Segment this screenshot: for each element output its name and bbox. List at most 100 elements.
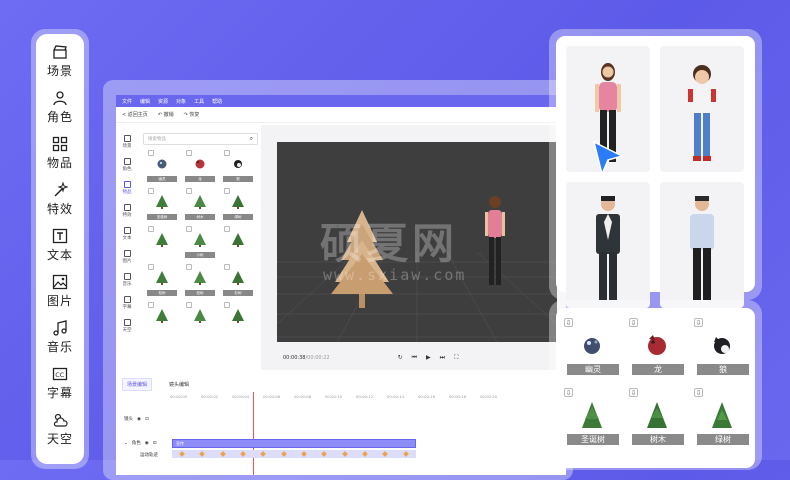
tab-scene-edit[interactable]: 场景编辑 (122, 377, 153, 391)
asset-item[interactable]: 绿树 (223, 187, 253, 220)
download-icon[interactable] (224, 264, 230, 270)
menu-tools[interactable]: 工具 (194, 98, 204, 105)
download-icon[interactable]: ⇩ (629, 388, 638, 397)
undo-button[interactable]: ↶ 撤销 (158, 111, 174, 118)
timeline-playhead[interactable] (253, 392, 254, 475)
download-icon[interactable]: ⇩ (564, 388, 573, 397)
skip-forward-icon[interactable]: ⏭ (440, 354, 445, 362)
editor-cat-text[interactable]: 文本 (116, 227, 138, 250)
asset-item[interactable] (185, 301, 215, 334)
editor-cat-character[interactable]: 角色 (116, 158, 138, 181)
character-card-man-shirt[interactable] (660, 182, 744, 308)
editor-cat-subtitles[interactable]: 字幕 (116, 296, 138, 319)
rail-item-objects[interactable]: 物品 (36, 132, 84, 178)
rail-item-subtitles[interactable]: CC 字幕 (36, 362, 84, 408)
download-icon[interactable] (148, 150, 154, 156)
download-icon[interactable]: ⇩ (629, 318, 638, 327)
search-icon[interactable]: ⌕ (250, 135, 253, 143)
object-item[interactable]: ⇩ 幽灵 (564, 318, 620, 378)
tab-camera-edit[interactable]: 镜头编辑 (164, 378, 194, 391)
asset-item[interactable]: 龙 (185, 149, 215, 182)
editor-cat-image[interactable]: 图片 (116, 250, 138, 273)
menu-file[interactable]: 文件 (122, 98, 132, 105)
download-icon[interactable]: ⇩ (694, 388, 703, 397)
asset-item[interactable] (223, 225, 253, 258)
download-icon[interactable] (186, 302, 192, 308)
rail-item-scene[interactable]: 场景 (36, 40, 84, 86)
menu-edit[interactable]: 编辑 (140, 98, 150, 105)
back-home-button[interactable]: < 返回主页 (122, 111, 148, 118)
lock-icon[interactable]: ⊡ (145, 417, 149, 422)
asset-item[interactable] (147, 301, 177, 334)
editor-cat-music[interactable]: 音乐 (116, 273, 138, 296)
download-icon[interactable] (186, 226, 192, 232)
rail-item-music[interactable]: 音乐 (36, 316, 84, 362)
keyframe-marker[interactable] (321, 451, 328, 457)
download-icon[interactable] (148, 302, 154, 308)
asset-item[interactable]: 松树 (185, 263, 215, 296)
rail-item-character[interactable]: 角色 (36, 86, 84, 132)
object-item[interactable]: ⇩ 狼 (694, 318, 750, 378)
keyframe-marker[interactable] (179, 451, 185, 457)
timeline-clip[interactable]: 宣传 (172, 439, 416, 448)
asset-item[interactable]: 幽灵 (147, 149, 177, 182)
asset-item[interactable] (223, 301, 253, 334)
character-card-boy[interactable] (660, 46, 744, 172)
keyframe-row[interactable] (172, 450, 416, 458)
play-icon[interactable]: ▶ (426, 354, 431, 362)
download-icon[interactable] (148, 264, 154, 270)
rail-item-text[interactable]: 文本 (36, 224, 84, 270)
track-camera[interactable]: 镜头 ◉ ⊡ (116, 413, 566, 425)
object-item[interactable]: ⇩ 龙 (629, 318, 685, 378)
keyframe-marker[interactable] (341, 451, 348, 457)
eye-icon[interactable]: ◉ (137, 417, 141, 422)
download-icon[interactable] (224, 150, 230, 156)
skip-back-icon[interactable]: ⏮ (412, 354, 417, 362)
keyframe-marker[interactable] (301, 451, 307, 457)
lock-icon[interactable]: ⊡ (153, 441, 157, 446)
asset-item[interactable] (147, 225, 177, 258)
download-icon[interactable] (224, 226, 230, 232)
editor-cat-objects[interactable]: 物品 (116, 181, 138, 204)
eye-icon[interactable]: ◉ (145, 441, 149, 446)
object-item[interactable]: ⇩ 绿树 (694, 388, 750, 448)
download-icon[interactable] (148, 226, 154, 232)
object-item[interactable]: ⇩ 圣诞树 (564, 388, 620, 448)
download-icon[interactable] (224, 188, 230, 194)
editor-cat-effects[interactable]: 特效 (116, 204, 138, 227)
keyframe-marker[interactable] (362, 451, 368, 457)
download-icon[interactable]: ⇩ (694, 318, 703, 327)
download-icon[interactable] (186, 264, 192, 270)
keyframe-marker[interactable] (382, 451, 389, 457)
rail-item-image[interactable]: 图片 (36, 270, 84, 316)
redo-button[interactable]: ↷ 恢复 (184, 111, 200, 118)
asset-item[interactable]: 狼 (223, 149, 253, 182)
download-icon[interactable]: ⇩ (564, 318, 573, 327)
woman-character-model[interactable] (485, 196, 505, 285)
collapse-icon[interactable]: ⌄ (124, 441, 128, 446)
asset-item[interactable]: 松树 (147, 263, 177, 296)
download-icon[interactable] (186, 150, 192, 156)
keyframe-marker[interactable] (240, 451, 246, 457)
menu-object[interactable]: 对象 (176, 98, 186, 105)
asset-item[interactable]: 圣诞树 (147, 187, 177, 220)
asset-item[interactable]: 树木 (185, 187, 215, 220)
menu-resources[interactable]: 资源 (158, 98, 168, 105)
keyframe-marker[interactable] (199, 451, 206, 457)
loop-icon[interactable]: ↻ (398, 354, 403, 362)
keyframe-marker[interactable] (219, 451, 226, 457)
character-card-man-suit[interactable] (566, 182, 650, 308)
fullscreen-icon[interactable]: ⛶ (454, 354, 458, 362)
menu-help[interactable]: 帮助 (212, 98, 222, 105)
editor-cat-scene[interactable]: 场景 (116, 135, 138, 158)
asset-search-input[interactable]: 搜索物品 ⌕ (143, 133, 258, 145)
keyframe-marker[interactable] (402, 451, 409, 457)
editor-cat-sky[interactable]: 天空 (116, 319, 138, 342)
rail-item-effects[interactable]: 特效 (36, 178, 84, 224)
object-item[interactable]: ⇩ 树木 (629, 388, 685, 448)
rail-item-sky[interactable]: 天空 (36, 408, 84, 454)
asset-item[interactable]: 杉树 (223, 263, 253, 296)
download-icon[interactable] (224, 302, 230, 308)
keyframe-marker[interactable] (260, 451, 267, 457)
download-icon[interactable] (186, 188, 192, 194)
